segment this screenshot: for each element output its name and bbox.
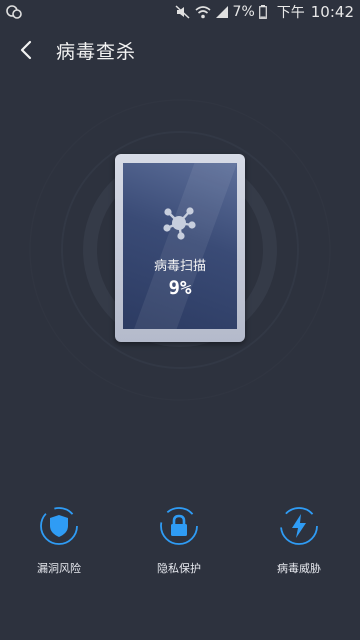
battery-icon <box>258 5 267 19</box>
app-header: 病毒查杀 <box>0 28 360 72</box>
signal-icon <box>215 5 229 19</box>
scan-progress-percent: 9% <box>168 277 192 299</box>
feature-privacy-protection[interactable]: 隐私保护 <box>134 502 224 582</box>
feature-list: 漏洞风险 隐私保护 病毒威胁 <box>0 502 360 582</box>
page-title: 病毒查杀 <box>56 41 137 63</box>
mute-icon <box>175 5 191 19</box>
battery-percent: 7% <box>232 4 255 20</box>
lock-icon <box>160 507 198 545</box>
feature-label: 病毒威胁 <box>277 562 321 575</box>
feature-virus-threat[interactable]: 病毒威胁 <box>254 502 344 582</box>
feature-label: 隐私保护 <box>157 562 201 575</box>
time-period: 下午 <box>276 5 305 21</box>
clock-time: 10:42 <box>310 3 354 21</box>
virus-icon <box>163 207 196 240</box>
back-button[interactable] <box>12 36 40 64</box>
feature-vulnerability-risk[interactable]: 漏洞风险 <box>14 502 104 582</box>
status-bar: 7% 下午 10:42 <box>0 0 360 24</box>
shield-icon <box>40 507 78 545</box>
notification-icon <box>6 4 22 20</box>
scan-label: 病毒扫描 <box>153 259 206 274</box>
device-screen: 病毒扫描 9% <box>123 163 237 329</box>
feature-label: 漏洞风险 <box>37 562 81 575</box>
scan-device: 病毒扫描 9% <box>115 154 245 342</box>
lightning-icon <box>280 507 318 545</box>
scan-area: 病毒扫描 9% <box>0 90 360 420</box>
wifi-icon <box>195 5 211 19</box>
back-arrow-icon <box>20 40 32 60</box>
